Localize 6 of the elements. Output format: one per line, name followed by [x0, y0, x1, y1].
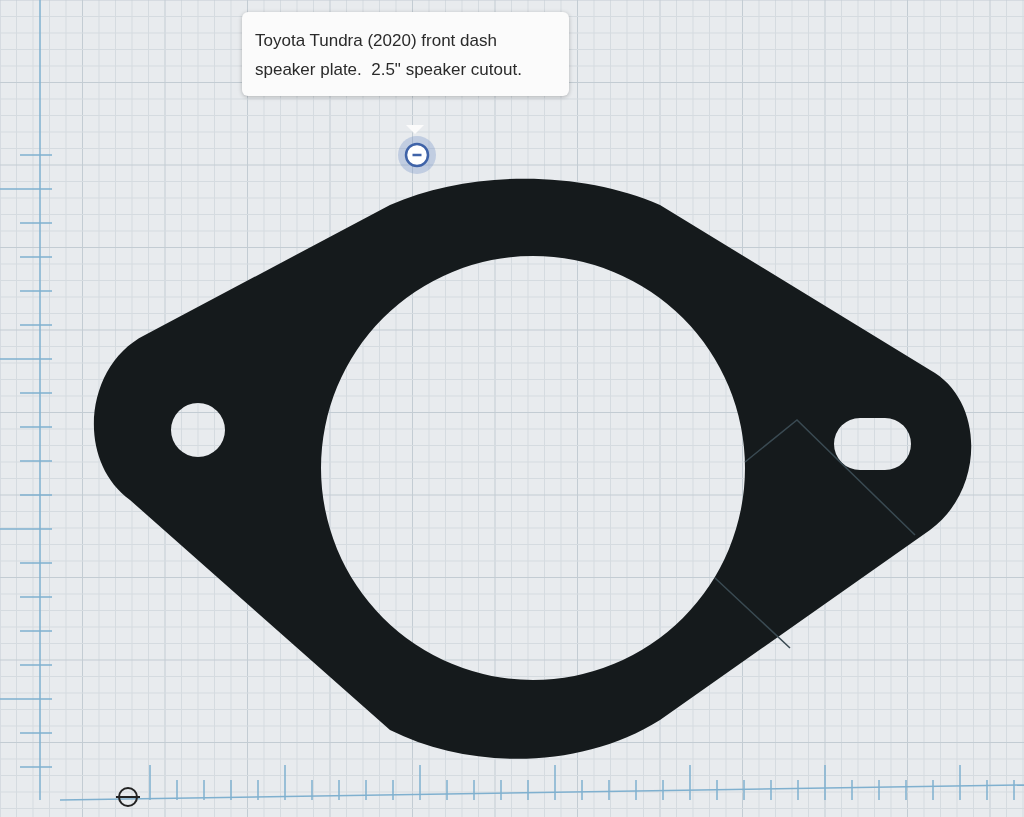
note-tooltip: Toyota Tundra (2020) front dash speaker plate. 2.5" speaker cutout. [242, 12, 569, 96]
speaker-plate-drawing[interactable] [94, 178, 972, 759]
origin-marker-icon [115, 787, 141, 807]
minus-icon [404, 142, 430, 168]
tooltip-pointer [406, 125, 424, 134]
collapse-note-button[interactable] [398, 136, 436, 174]
